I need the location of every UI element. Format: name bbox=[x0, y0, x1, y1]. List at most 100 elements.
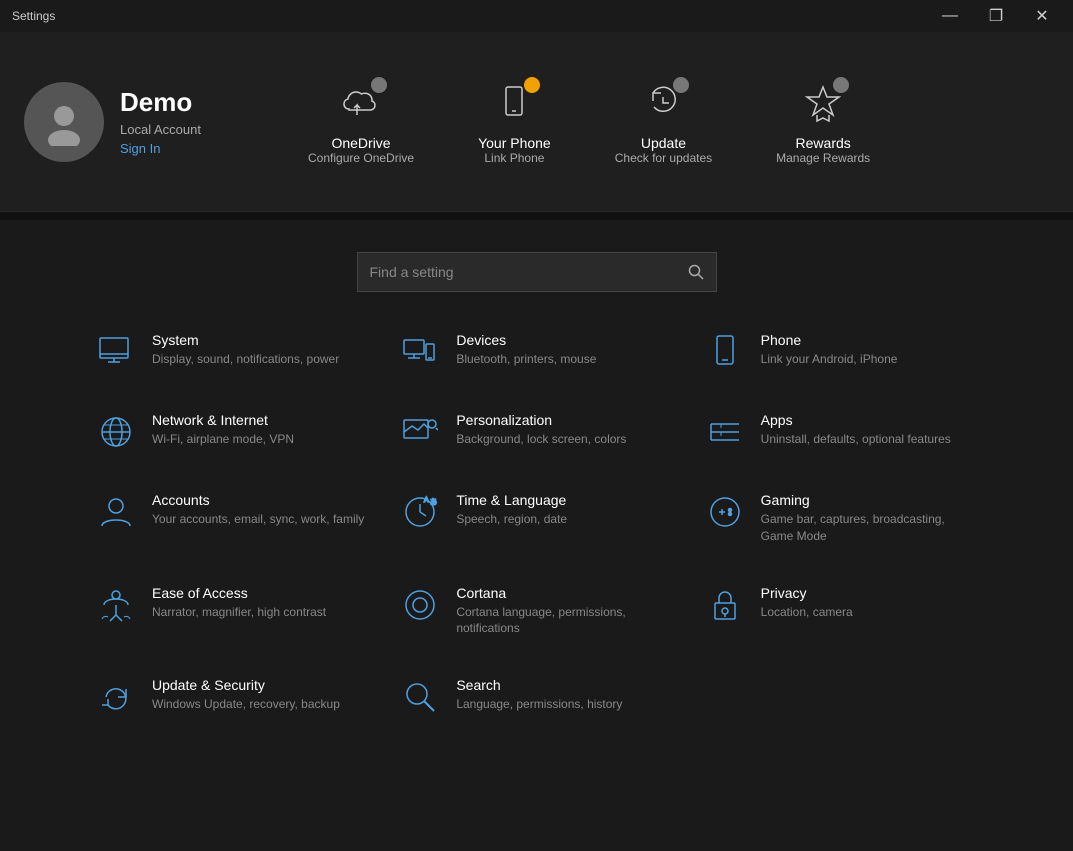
setting-personalization[interactable]: Personalization Background, lock screen,… bbox=[384, 392, 688, 472]
ease-desc: Narrator, magnifier, high contrast bbox=[152, 604, 326, 621]
accounts-text: Accounts Your accounts, email, sync, wor… bbox=[152, 492, 364, 528]
phone-desc: Link your Android, iPhone bbox=[761, 351, 898, 368]
header-actions: OneDrive Configure OneDrive Your Phone L… bbox=[276, 67, 1049, 177]
privacy-desc: Location, camera bbox=[761, 604, 853, 621]
devices-text: Devices Bluetooth, printers, mouse bbox=[456, 332, 596, 368]
time-desc: Speech, region, date bbox=[456, 511, 567, 528]
devices-icon bbox=[400, 332, 440, 372]
apps-desc: Uninstall, defaults, optional features bbox=[761, 431, 951, 448]
network-desc: Wi-Fi, airplane mode, VPN bbox=[152, 431, 294, 448]
update-security-text: Update & Security Windows Update, recove… bbox=[152, 677, 340, 713]
update-security-title: Update & Security bbox=[152, 677, 340, 693]
your-phone-action[interactable]: Your Phone Link Phone bbox=[446, 67, 583, 177]
ease-icon bbox=[96, 585, 136, 625]
phone-title: Phone bbox=[761, 332, 898, 348]
rewards-icon-wrapper bbox=[799, 79, 847, 127]
setting-time[interactable]: A あ Time & Language Speech, region, date bbox=[384, 472, 688, 565]
phone-badge bbox=[524, 77, 540, 93]
setting-devices[interactable]: Devices Bluetooth, printers, mouse bbox=[384, 312, 688, 392]
setting-accounts[interactable]: Accounts Your accounts, email, sync, wor… bbox=[80, 472, 384, 565]
update-label: Update bbox=[641, 135, 686, 151]
cortana-text: Cortana Cortana language, permissions, n… bbox=[456, 585, 672, 638]
close-button[interactable]: ✕ bbox=[1019, 0, 1065, 32]
onedrive-action[interactable]: OneDrive Configure OneDrive bbox=[276, 67, 446, 177]
title-bar: Settings — ❐ ✕ bbox=[0, 0, 1073, 32]
window-controls: — ❐ ✕ bbox=[927, 0, 1065, 32]
privacy-text: Privacy Location, camera bbox=[761, 585, 853, 621]
update-icon-wrapper bbox=[639, 79, 687, 127]
system-icon bbox=[96, 332, 136, 372]
network-title: Network & Internet bbox=[152, 412, 294, 428]
update-action[interactable]: Update Check for updates bbox=[583, 67, 744, 177]
onedrive-label: OneDrive bbox=[331, 135, 390, 151]
accounts-title: Accounts bbox=[152, 492, 364, 508]
system-desc: Display, sound, notifications, power bbox=[152, 351, 339, 368]
search-setting-desc: Language, permissions, history bbox=[456, 696, 622, 713]
search-setting-text: Search Language, permissions, history bbox=[456, 677, 622, 713]
rewards-sublabel: Manage Rewards bbox=[776, 151, 870, 165]
update-sublabel: Check for updates bbox=[615, 151, 712, 165]
apps-icon bbox=[705, 412, 745, 452]
minimize-button[interactable]: — bbox=[927, 0, 973, 32]
search-input[interactable] bbox=[370, 264, 688, 280]
system-title: System bbox=[152, 332, 339, 348]
user-account: Local Account bbox=[120, 122, 201, 137]
setting-system[interactable]: System Display, sound, notifications, po… bbox=[80, 312, 384, 392]
personalization-icon bbox=[400, 412, 440, 452]
rewards-action[interactable]: Rewards Manage Rewards bbox=[744, 67, 902, 177]
time-text: Time & Language Speech, region, date bbox=[456, 492, 567, 528]
personalization-title: Personalization bbox=[456, 412, 626, 428]
search-icon bbox=[688, 264, 704, 280]
setting-update-security[interactable]: Update & Security Windows Update, recove… bbox=[80, 657, 384, 737]
search-section bbox=[0, 220, 1073, 312]
setting-cortana[interactable]: Cortana Cortana language, permissions, n… bbox=[384, 565, 688, 658]
settings-grid: System Display, sound, notifications, po… bbox=[0, 312, 1073, 737]
update-security-desc: Windows Update, recovery, backup bbox=[152, 696, 340, 713]
update-badge bbox=[673, 77, 689, 93]
devices-title: Devices bbox=[456, 332, 596, 348]
update-security-icon bbox=[96, 677, 136, 717]
time-title: Time & Language bbox=[456, 492, 567, 508]
setting-phone[interactable]: Phone Link your Android, iPhone bbox=[689, 312, 993, 392]
setting-ease[interactable]: Ease of Access Narrator, magnifier, high… bbox=[80, 565, 384, 658]
maximize-button[interactable]: ❐ bbox=[973, 0, 1019, 32]
phone-icon bbox=[705, 332, 745, 372]
privacy-icon bbox=[705, 585, 745, 625]
devices-desc: Bluetooth, printers, mouse bbox=[456, 351, 596, 368]
cortana-desc: Cortana language, permissions, notificat… bbox=[456, 604, 672, 638]
gaming-title: Gaming bbox=[761, 492, 977, 508]
user-details: Demo Local Account Sign In bbox=[120, 87, 201, 156]
setting-gaming[interactable]: Gaming Game bar, captures, broadcasting,… bbox=[689, 472, 993, 565]
time-icon: A あ bbox=[400, 492, 440, 532]
avatar bbox=[24, 82, 104, 162]
section-separator bbox=[0, 212, 1073, 220]
app-title: Settings bbox=[8, 9, 55, 23]
setting-privacy[interactable]: Privacy Location, camera bbox=[689, 565, 993, 658]
personalization-desc: Background, lock screen, colors bbox=[456, 431, 626, 448]
search-box bbox=[357, 252, 717, 292]
gaming-text: Gaming Game bar, captures, broadcasting,… bbox=[761, 492, 977, 545]
accounts-icon bbox=[96, 492, 136, 532]
svg-text:A: A bbox=[424, 497, 429, 504]
phone-header-label: Your Phone bbox=[478, 135, 551, 151]
user-name: Demo bbox=[120, 87, 201, 118]
phone-header-sublabel: Link Phone bbox=[484, 151, 544, 165]
cortana-icon bbox=[400, 585, 440, 625]
sign-in-link[interactable]: Sign In bbox=[120, 141, 201, 156]
phone-text: Phone Link your Android, iPhone bbox=[761, 332, 898, 368]
setting-search[interactable]: Search Language, permissions, history bbox=[384, 657, 688, 737]
onedrive-sublabel: Configure OneDrive bbox=[308, 151, 414, 165]
phone-header-icon-wrapper bbox=[490, 79, 538, 127]
ease-text: Ease of Access Narrator, magnifier, high… bbox=[152, 585, 326, 621]
search-button[interactable] bbox=[688, 264, 704, 280]
user-info: Demo Local Account Sign In bbox=[24, 82, 244, 162]
setting-network[interactable]: Network & Internet Wi-Fi, airplane mode,… bbox=[80, 392, 384, 472]
setting-apps[interactable]: Apps Uninstall, defaults, optional featu… bbox=[689, 392, 993, 472]
onedrive-badge bbox=[371, 77, 387, 93]
search-setting-title: Search bbox=[456, 677, 622, 693]
onedrive-icon-wrapper bbox=[337, 79, 385, 127]
network-text: Network & Internet Wi-Fi, airplane mode,… bbox=[152, 412, 294, 448]
svg-text:あ: あ bbox=[430, 498, 437, 506]
header: Demo Local Account Sign In OneDrive Conf… bbox=[0, 32, 1073, 212]
gaming-desc: Game bar, captures, broadcasting, Game M… bbox=[761, 511, 977, 545]
